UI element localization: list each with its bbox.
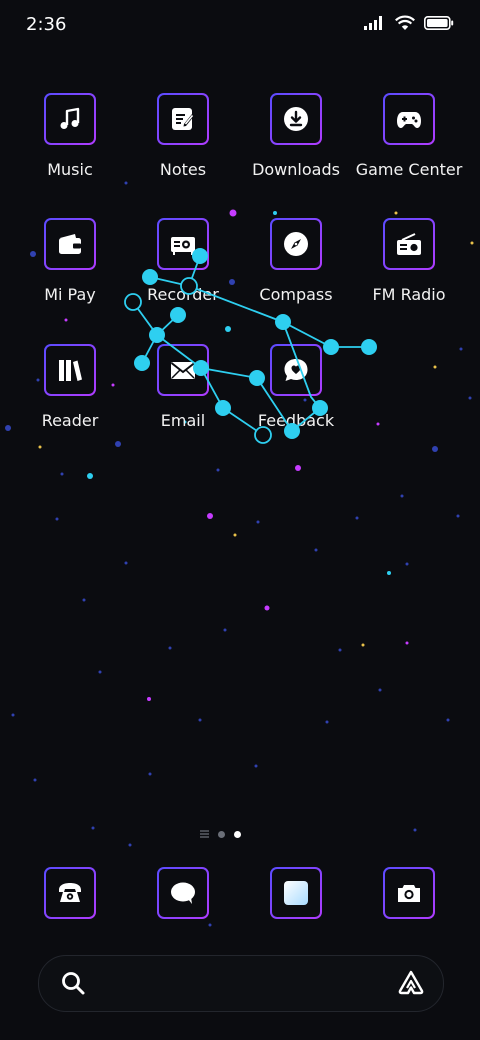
app-label: Notes bbox=[159, 160, 207, 179]
music-note-icon bbox=[60, 107, 80, 129]
messages-tile[interactable] bbox=[157, 867, 209, 919]
music-tile[interactable] bbox=[44, 93, 96, 145]
app-mi-pay[interactable]: Mi Pay bbox=[14, 218, 126, 304]
status-bar: 2:36 bbox=[0, 0, 480, 50]
gallery-tile[interactable] bbox=[270, 867, 322, 919]
wifi-icon bbox=[395, 15, 415, 30]
download-icon bbox=[284, 107, 308, 131]
app-reader[interactable]: Reader bbox=[14, 344, 126, 430]
app-compass[interactable]: Compass bbox=[240, 218, 352, 304]
camera-tile[interactable] bbox=[383, 867, 435, 919]
app-game-center[interactable]: Game Center bbox=[353, 93, 465, 179]
mail-icon bbox=[170, 362, 196, 379]
app-email[interactable]: Email bbox=[127, 344, 239, 430]
app-label: Downloads bbox=[252, 160, 340, 179]
app-label: FM Radio bbox=[372, 285, 446, 304]
gamepad-icon bbox=[397, 112, 421, 128]
mi-pay-tile[interactable] bbox=[44, 218, 96, 270]
page-dot-2-active[interactable] bbox=[234, 830, 241, 838]
app-notes[interactable]: Notes bbox=[127, 93, 239, 179]
battery-icon bbox=[424, 16, 454, 30]
app-label: Music bbox=[47, 160, 93, 179]
app-feedback[interactable]: Feedback bbox=[240, 344, 352, 430]
dock-phone[interactable] bbox=[14, 867, 126, 919]
downloads-tile[interactable] bbox=[270, 93, 322, 145]
reader-tile[interactable] bbox=[44, 344, 96, 396]
feedback-tile[interactable] bbox=[270, 344, 322, 396]
app-downloads[interactable]: Downloads bbox=[240, 93, 352, 179]
page-indicator[interactable] bbox=[200, 830, 241, 838]
message-icon bbox=[171, 882, 195, 904]
search-icon[interactable] bbox=[60, 970, 86, 996]
dock-camera[interactable] bbox=[353, 867, 465, 919]
app-label: Mi Pay bbox=[44, 285, 96, 304]
books-icon bbox=[59, 360, 82, 381]
radio-icon bbox=[397, 233, 421, 255]
wallet-icon bbox=[59, 234, 81, 254]
app-label: Feedback bbox=[257, 411, 335, 430]
app-music[interactable]: Music bbox=[14, 93, 126, 179]
dock-messages[interactable] bbox=[127, 867, 239, 919]
compass-icon bbox=[284, 232, 308, 256]
recorder-icon bbox=[171, 237, 195, 255]
app-label: Recorder bbox=[147, 285, 219, 304]
dock-gallery[interactable] bbox=[240, 867, 352, 919]
notes-tile[interactable] bbox=[157, 93, 209, 145]
camera-icon bbox=[398, 885, 420, 902]
search-bar[interactable] bbox=[38, 955, 444, 1012]
email-tile[interactable] bbox=[157, 344, 209, 396]
fm-radio-tile[interactable] bbox=[383, 218, 435, 270]
phone-icon bbox=[59, 883, 81, 902]
compass-tile[interactable] bbox=[270, 218, 322, 270]
page-dot-1[interactable] bbox=[218, 830, 225, 838]
app-recorder[interactable]: Recorder bbox=[127, 218, 239, 304]
assistant-icon[interactable] bbox=[397, 969, 425, 997]
app-label: Compass bbox=[259, 285, 333, 304]
menu-lines-icon bbox=[200, 830, 209, 838]
gallery-icon bbox=[284, 881, 308, 905]
signal-icon bbox=[364, 16, 382, 30]
app-label: Reader bbox=[41, 411, 99, 430]
notes-icon bbox=[172, 108, 194, 130]
feedback-icon bbox=[284, 359, 308, 381]
app-fm-radio[interactable]: FM Radio bbox=[353, 218, 465, 304]
phone-tile[interactable] bbox=[44, 867, 96, 919]
game-center-tile[interactable] bbox=[383, 93, 435, 145]
recorder-tile[interactable] bbox=[157, 218, 209, 270]
app-label: Game Center bbox=[355, 160, 463, 179]
app-label: Email bbox=[160, 411, 206, 430]
status-time: 2:36 bbox=[26, 14, 67, 35]
